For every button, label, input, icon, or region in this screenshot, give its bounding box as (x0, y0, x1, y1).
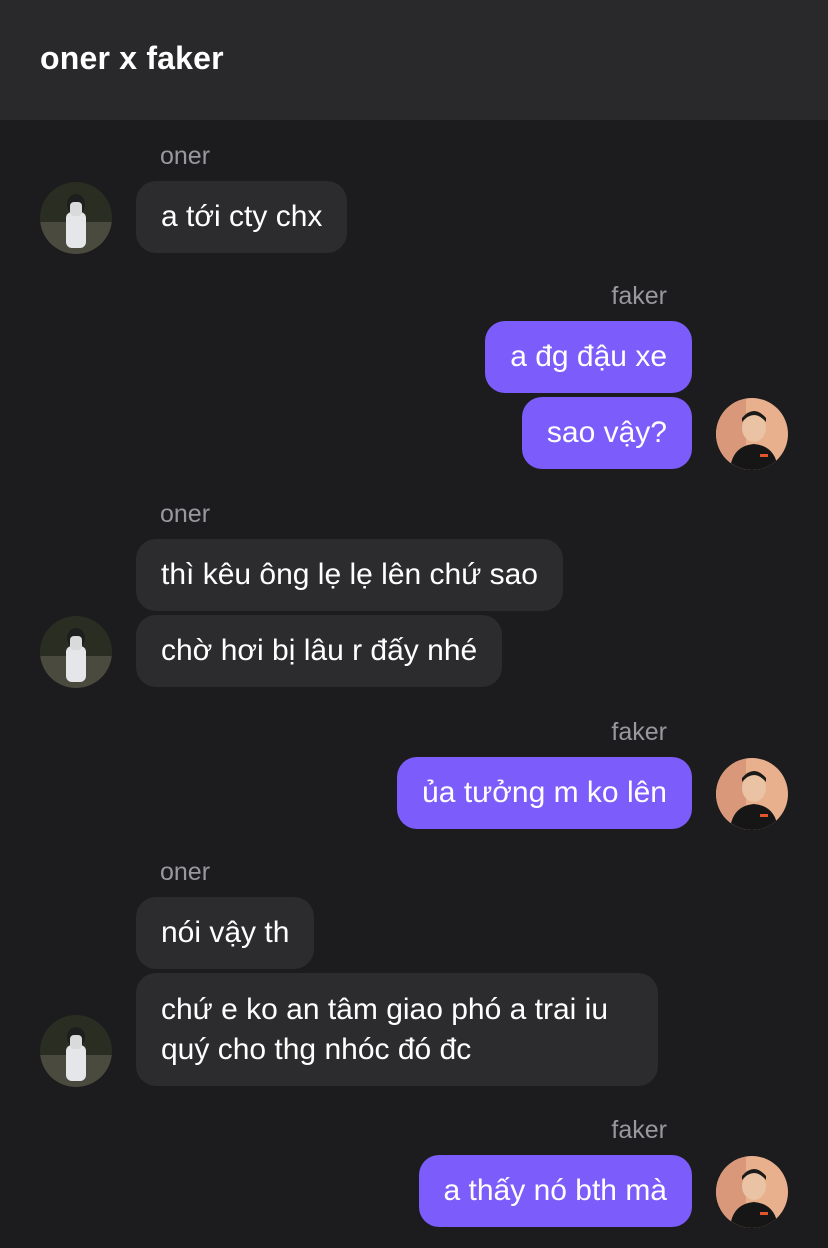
message-bubble-incoming[interactable]: thì kêu ông lẹ lẹ lên chứ sao (136, 539, 563, 611)
faker-avatar-photo (716, 758, 788, 830)
oner-avatar-photo (40, 1015, 112, 1087)
chat-title: oner x faker (40, 40, 224, 76)
sender-name-oner: oner (160, 500, 211, 528)
message-bubble-outgoing[interactable]: a thấy nó bth mà (418, 1155, 692, 1227)
message-bubble-incoming[interactable]: a tới cty chx (136, 181, 348, 253)
sender-name-faker: faker (611, 282, 667, 310)
sender-name-faker: faker (611, 718, 667, 746)
message-bubble-incoming[interactable]: chứ e ko an tâm giao phó a trai iu quý c… (136, 973, 658, 1086)
message-bubble-incoming[interactable]: nói vậy th (136, 897, 315, 969)
sender-name-oner: oner (160, 858, 211, 886)
oner-avatar[interactable] (40, 1015, 112, 1087)
message-bubble-outgoing[interactable]: ủa tưởng m ko lên (397, 757, 692, 829)
message-bubble-outgoing[interactable]: sao vậy? (521, 397, 692, 469)
faker-avatar-photo (716, 1156, 788, 1228)
faker-avatar[interactable] (716, 758, 788, 830)
oner-avatar-photo (40, 182, 112, 254)
message-bubble-incoming[interactable]: chờ hơi bị lâu r đấy nhé (136, 615, 503, 687)
sender-name-faker: faker (611, 1116, 667, 1144)
oner-avatar[interactable] (40, 182, 112, 254)
sender-name-oner: oner (160, 142, 211, 170)
oner-avatar-photo (40, 616, 112, 688)
message-bubble-outgoing[interactable]: a đg đậu xe (485, 321, 692, 393)
faker-avatar-photo (716, 398, 788, 470)
faker-avatar[interactable] (716, 398, 788, 470)
chat-header: oner x faker (0, 0, 828, 120)
faker-avatar[interactable] (716, 1156, 788, 1228)
oner-avatar[interactable] (40, 616, 112, 688)
